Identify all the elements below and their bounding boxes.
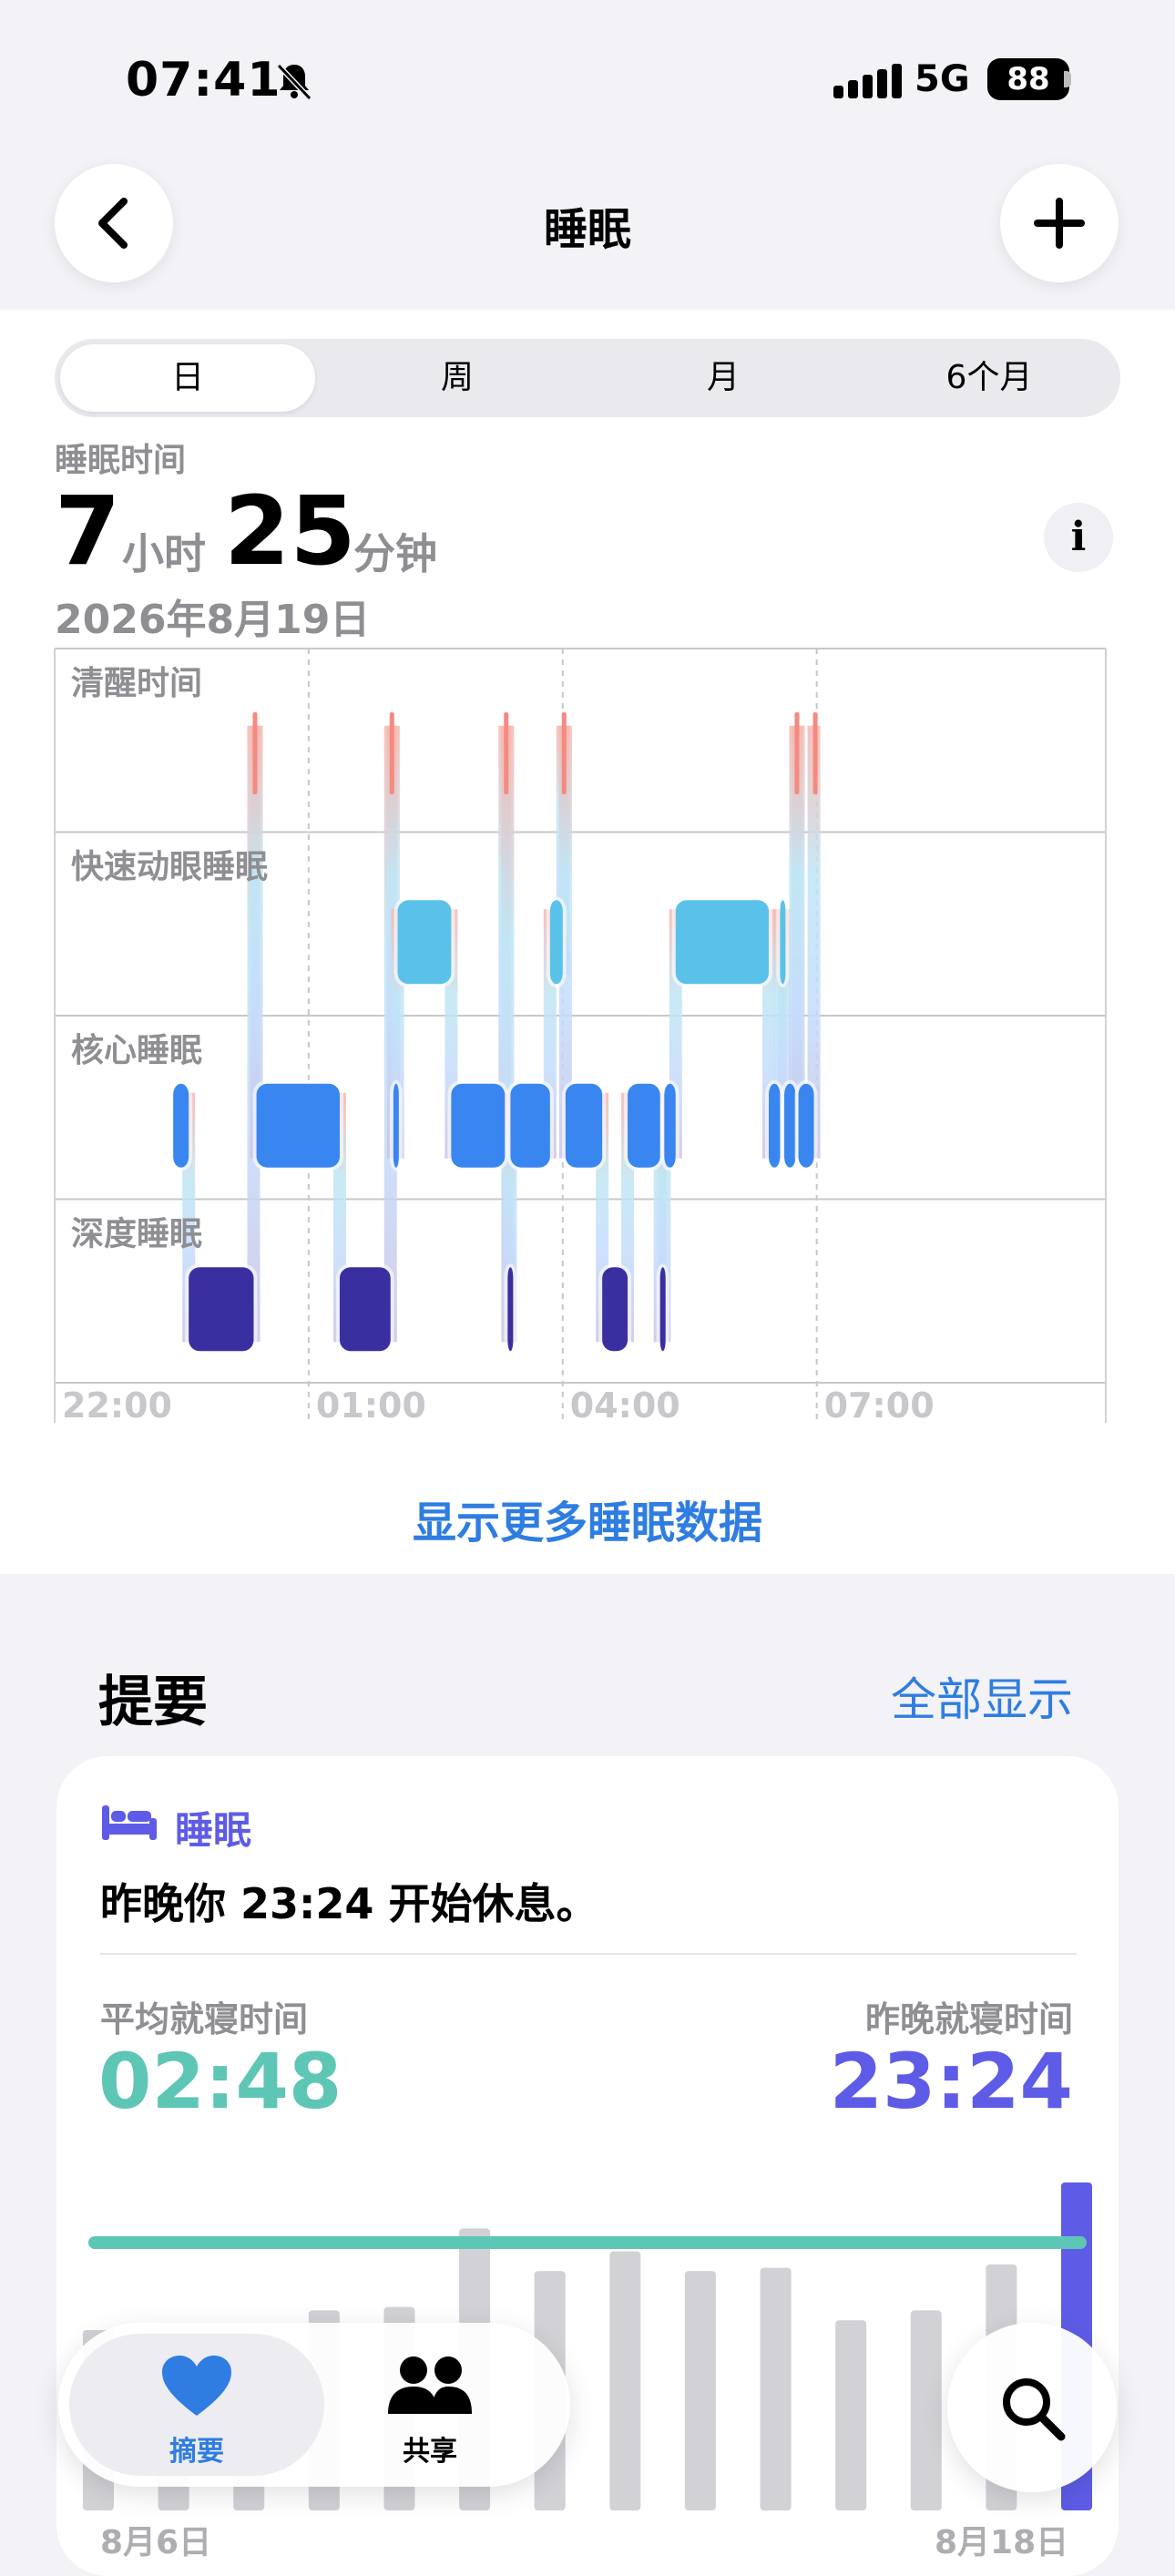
tab-summary-label: 摘要 xyxy=(169,2436,224,2468)
bar-start-date: 8月6日 xyxy=(100,2524,212,2561)
search-icon xyxy=(1003,2378,1066,2441)
bedtime-bar xyxy=(910,2310,942,2510)
bedtime-bar xyxy=(684,2271,716,2510)
search-button[interactable] xyxy=(947,2323,1117,2492)
heart-icon xyxy=(160,2354,233,2421)
bedtime-bar xyxy=(835,2320,867,2510)
people-icon[interactable] xyxy=(386,2354,474,2421)
bedtime-bar xyxy=(760,2267,792,2510)
bar-end-date: 8月18日 xyxy=(935,2524,1069,2561)
bedtime-bar xyxy=(609,2251,641,2510)
bedtime-bar-chart xyxy=(83,2182,1092,2510)
tab-sharing-label[interactable]: 共享 xyxy=(403,2428,457,2469)
